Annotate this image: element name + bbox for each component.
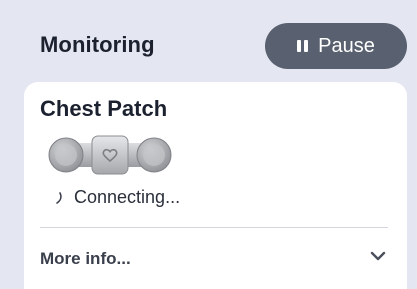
connection-status: Connecting... bbox=[54, 187, 180, 208]
pause-icon bbox=[297, 40, 309, 52]
connecting-spinner-icon bbox=[56, 191, 62, 204]
monitoring-screen: Monitoring Pause Chest Patch Connecting.… bbox=[0, 0, 417, 289]
more-info-label: More info... bbox=[40, 249, 131, 268]
chest-patch-device-icon bbox=[48, 135, 172, 175]
device-name: Chest Patch bbox=[40, 96, 168, 121]
section-title: Monitoring bbox=[40, 32, 155, 57]
more-info-toggle[interactable]: More info... bbox=[24, 228, 407, 286]
chevron-down-icon bbox=[370, 251, 386, 261]
pause-button[interactable]: Pause bbox=[265, 23, 407, 69]
pause-button-label: Pause bbox=[318, 34, 375, 57]
connection-status-text: Connecting... bbox=[74, 187, 181, 207]
